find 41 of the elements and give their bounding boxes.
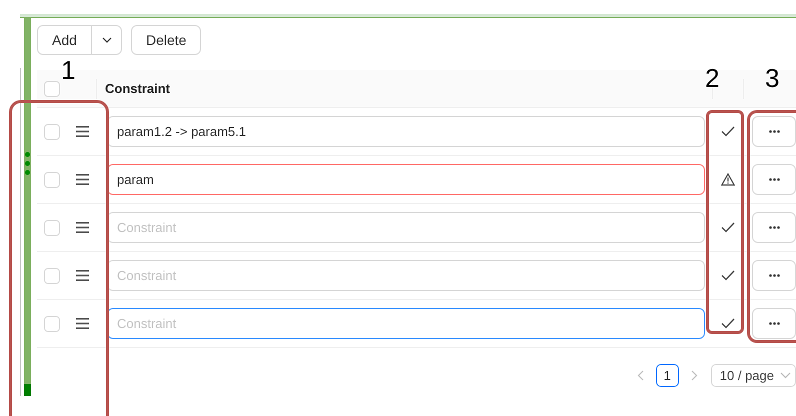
- input-field[interactable]: param1.2 -> param5.1: [107, 116, 705, 147]
- drag-handle-icon[interactable]: [76, 318, 89, 329]
- drag-handle-icon[interactable]: [76, 126, 89, 137]
- more-icon: [768, 178, 780, 181]
- input-field[interactable]: param: [107, 164, 705, 195]
- more-icon: [768, 226, 780, 229]
- page-button[interactable]: 1: [656, 364, 679, 387]
- caret-icon: [102, 37, 112, 43]
- checkbox[interactable]: [44, 172, 60, 188]
- more-icon: [768, 130, 780, 133]
- checkbox[interactable]: [44, 316, 60, 332]
- checkbox[interactable]: [44, 268, 60, 284]
- drag-handle-icon[interactable]: [76, 174, 89, 185]
- more-button[interactable]: [752, 164, 796, 195]
- grip-icon[interactable]: [25, 152, 30, 175]
- more-button[interactable]: [752, 116, 796, 147]
- checkbox[interactable]: [44, 80, 60, 96]
- drag-handle-icon[interactable]: [76, 270, 89, 281]
- more-button[interactable]: [752, 212, 796, 243]
- drag-handle-icon[interactable]: [76, 222, 89, 233]
- add-split-button[interactable]: Add: [37, 25, 122, 55]
- add-button[interactable]: Add: [37, 25, 92, 55]
- checkbox[interactable]: [44, 220, 60, 236]
- next-page-icon[interactable]: [690, 370, 698, 381]
- previous-page-icon[interactable]: [636, 370, 644, 381]
- callout-number: 1: [61, 57, 76, 83]
- delete-button[interactable]: Delete: [131, 25, 202, 55]
- more-icon: [768, 322, 780, 325]
- page-size-select[interactable]: 10 / page: [710, 364, 796, 387]
- checkbox[interactable]: [44, 124, 60, 140]
- splitter-end: [24, 384, 31, 396]
- dropdown-button[interactable]: [91, 25, 122, 55]
- more-icon: [768, 274, 780, 277]
- input-field[interactable]: Constraint: [107, 308, 705, 339]
- more-button[interactable]: [752, 260, 796, 291]
- caret-icon: [780, 372, 791, 379]
- callout-number: 3: [765, 65, 780, 91]
- splitter-bar[interactable]: [24, 18, 31, 396]
- column-header: Constraint: [104, 81, 171, 96]
- callout-number: 2: [705, 65, 720, 91]
- more-button[interactable]: [752, 308, 796, 339]
